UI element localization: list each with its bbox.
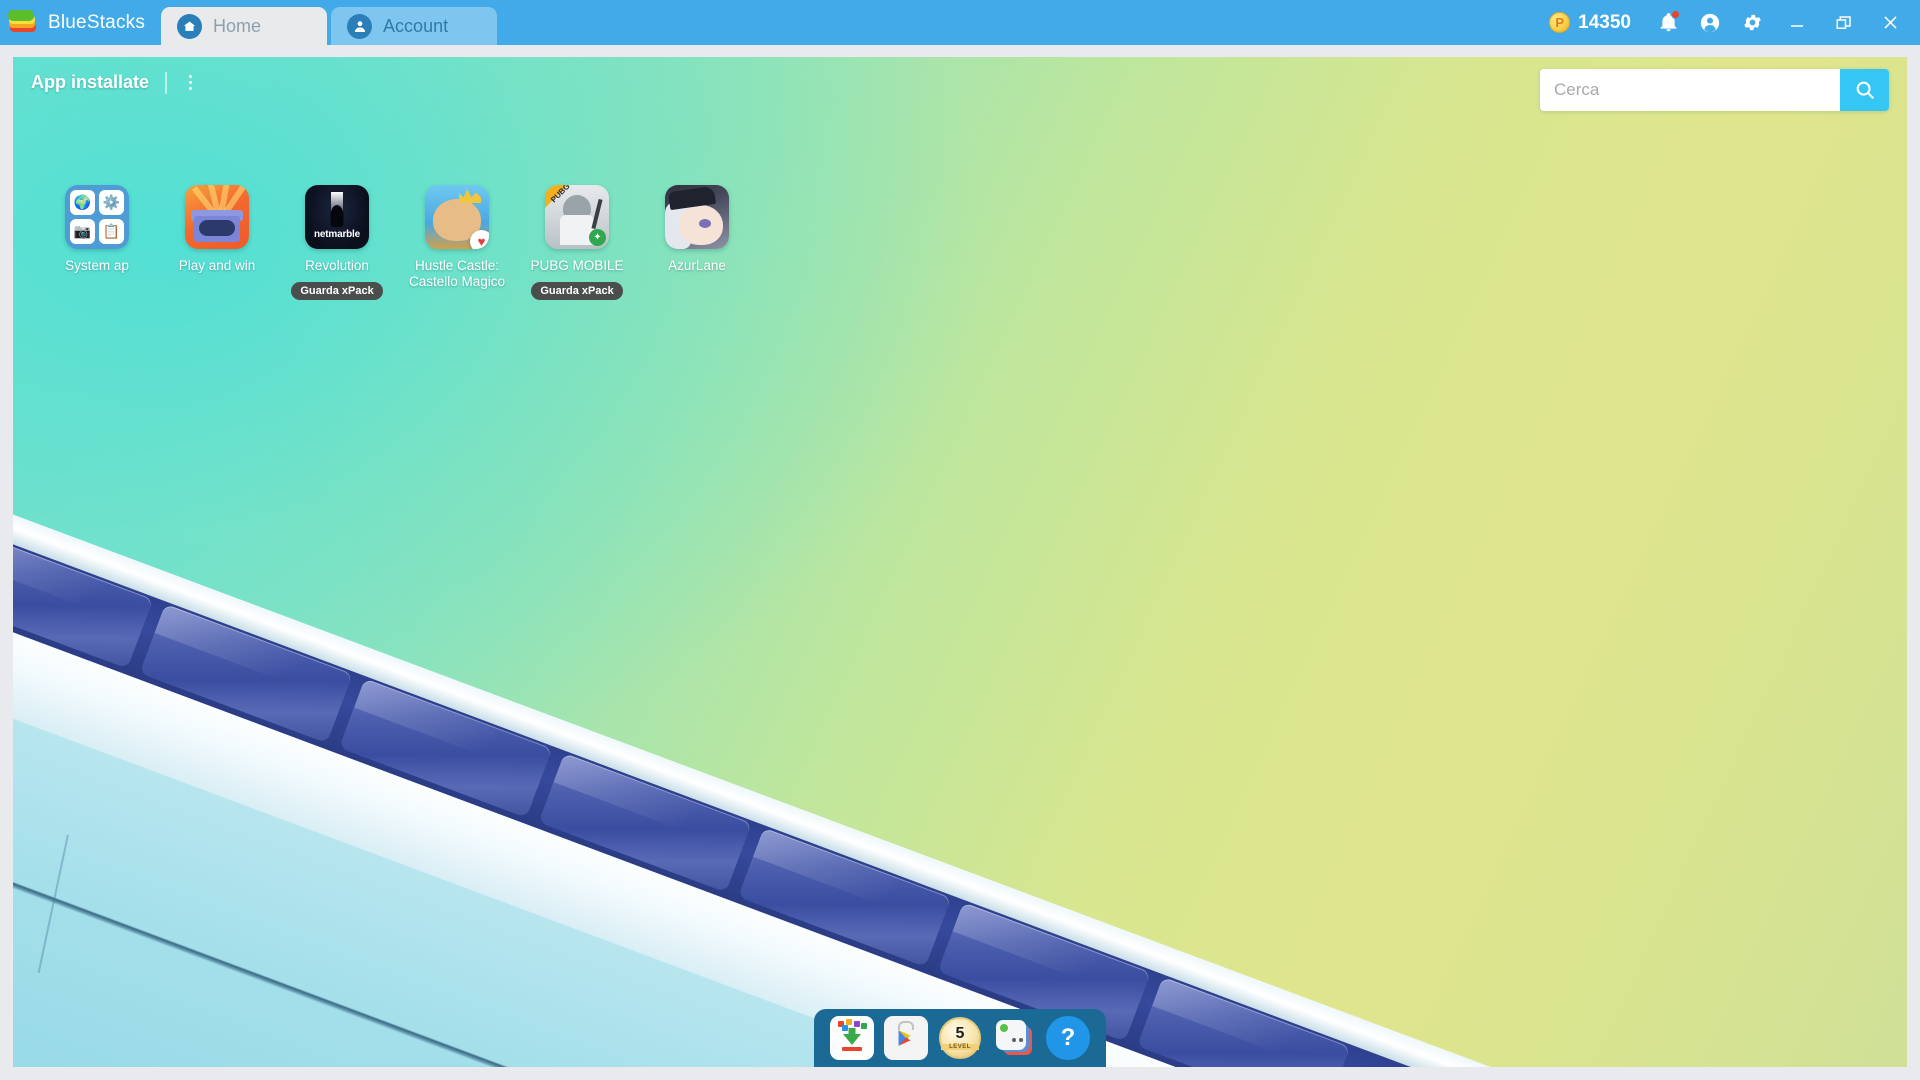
minimize-button[interactable] <box>1773 0 1820 45</box>
restore-button[interactable] <box>1820 0 1867 45</box>
hustle-castle-icon: ♥ <box>425 185 489 249</box>
search-button[interactable] <box>1840 69 1889 111</box>
title-bar: BlueStacks Home Account P 14350 <box>0 0 1920 45</box>
level-ribbon-label: LEVEL <box>941 1044 979 1050</box>
restore-icon <box>1836 15 1851 29</box>
heart-badge-icon: ♥ <box>470 230 489 249</box>
coin-count: 14350 <box>1578 11 1631 33</box>
app-label: System ap <box>65 258 129 273</box>
coin-icon: P <box>1549 12 1571 33</box>
notifications-button[interactable] <box>1647 0 1689 45</box>
browser-globe-icon: 🌍 <box>70 190 95 215</box>
help-question-icon: ? <box>1060 1024 1076 1051</box>
google-play-icon <box>898 1030 911 1046</box>
app-center-button[interactable] <box>830 1016 874 1060</box>
app-label: PUBG MOBILE <box>530 258 624 273</box>
app-label: Play and win <box>178 258 256 273</box>
camera-icon: 📷 <box>70 219 95 244</box>
play-and-win-icon <box>185 185 249 249</box>
app-label: AzurLane <box>668 258 726 273</box>
account-avatar-icon <box>347 13 373 39</box>
emulator-frame: App installate 🌍 ⚙️ 📷 📋 <box>0 45 1920 1080</box>
xpack-badge[interactable]: Guarda xPack <box>531 282 623 300</box>
bottom-dock: 5 LEVEL ? <box>814 1009 1106 1067</box>
bluestacks-logo-icon <box>8 9 38 36</box>
titlebar-right-controls: P 14350 <box>1533 0 1920 45</box>
close-icon <box>1884 16 1897 29</box>
tab-home-label: Home <box>213 15 262 36</box>
level-badge-button[interactable]: 5 LEVEL <box>938 1016 982 1060</box>
app-label: Hustle Castle: Castello Magico <box>408 258 506 289</box>
level-medal-icon: 5 LEVEL <box>939 1017 981 1059</box>
help-button[interactable]: ? <box>1046 1016 1090 1060</box>
android-viewport: App installate 🌍 ⚙️ 📷 📋 <box>13 57 1907 1067</box>
app-item-play-and-win[interactable]: Play and win <box>157 185 277 300</box>
tencent-logo-icon: ✦ <box>589 229 606 246</box>
brand-area: BlueStacks <box>0 0 161 45</box>
app-item-revolution[interactable]: netmarble Revolution Guarda xPack <box>277 185 397 300</box>
app-item-pubg-mobile[interactable]: PUBG ✦ PUBG MOBILE Guarda xPack <box>517 185 637 300</box>
header-divider <box>165 71 168 94</box>
multi-instance-button[interactable] <box>992 1016 1036 1060</box>
notes-icon: 📋 <box>99 219 124 244</box>
settings-button[interactable] <box>1731 0 1773 45</box>
tab-home[interactable]: Home <box>161 7 328 45</box>
app-label: Revolution <box>305 258 369 273</box>
app-item-system-apps[interactable]: 🌍 ⚙️ 📷 📋 System ap <box>37 185 157 300</box>
system-apps-folder-icon: 🌍 ⚙️ 📷 📋 <box>65 185 129 249</box>
kebab-menu-icon[interactable] <box>183 71 198 94</box>
coin-balance[interactable]: P 14350 <box>1533 12 1647 34</box>
page-title: App installate <box>31 72 150 92</box>
settings-gear-icon: ⚙️ <box>99 190 124 215</box>
user-circle-icon <box>1700 13 1720 32</box>
multi-instance-icon <box>1012 1038 1023 1042</box>
pubg-mobile-icon: PUBG ✦ <box>545 185 609 249</box>
profile-button[interactable] <box>1689 0 1731 45</box>
search-icon <box>1856 81 1874 99</box>
netmarble-revolution-icon: netmarble <box>305 185 369 249</box>
minimize-icon <box>1790 24 1803 27</box>
installed-apps-header: App installate <box>31 71 198 94</box>
azurlane-icon <box>665 185 729 249</box>
xpack-badge[interactable]: Guarda xPack <box>291 282 383 300</box>
level-number: 5 <box>955 1025 965 1042</box>
home-icon <box>177 13 203 39</box>
app-item-hustle-castle[interactable]: ♥ Hustle Castle: Castello Magico <box>397 185 517 300</box>
close-button[interactable] <box>1867 0 1914 45</box>
tab-account-label: Account <box>383 15 449 36</box>
brand-label: BlueStacks <box>48 11 146 33</box>
tab-account[interactable]: Account <box>331 7 498 45</box>
search-input[interactable] <box>1540 69 1840 111</box>
google-play-button[interactable] <box>884 1016 928 1060</box>
notification-badge <box>1671 10 1680 19</box>
gear-icon <box>1743 14 1761 31</box>
app-item-azurlane[interactable]: AzurLane <box>637 185 757 300</box>
app-grid: 🌍 ⚙️ 📷 📋 System ap Play and win netmarbl… <box>37 185 757 300</box>
search-bar <box>1540 69 1889 111</box>
